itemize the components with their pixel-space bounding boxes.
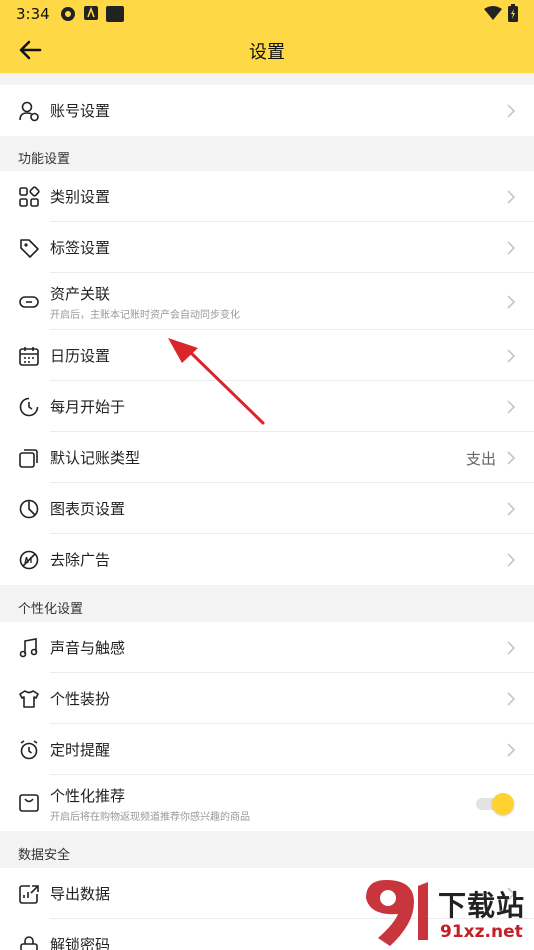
asset-link-description: 开启后，主账本记账时资产会自动同步变化: [50, 310, 240, 321]
chevron-right-icon: [507, 451, 516, 465]
calendar-icon: [19, 347, 39, 366]
link-icon: [19, 296, 39, 308]
category-settings-item[interactable]: 类别设置: [0, 171, 534, 222]
battery-icon: [508, 4, 518, 22]
account-settings-item[interactable]: 账号设置: [0, 85, 534, 136]
pie-chart-icon: [19, 499, 39, 519]
app-header: 3:34 设置: [0, 0, 534, 73]
app-notification-icon: [61, 7, 75, 21]
status-time: 3:34: [16, 5, 50, 23]
chevron-right-icon: [507, 241, 516, 255]
status-bar: 3:34: [0, 0, 534, 28]
nav-bar: 设置: [0, 28, 534, 73]
annotation-arrow: [168, 338, 265, 425]
tshirt-icon: [19, 690, 39, 708]
chevron-right-icon: [507, 190, 516, 204]
shopping-bag-icon: [19, 794, 39, 812]
asset-link-item[interactable]: 资产关联 开启后，主账本记账时资产会自动同步变化: [0, 273, 534, 330]
personal-recommend-label: 个性化推荐: [50, 787, 126, 805]
default-type-item[interactable]: 默认记账类型 支出: [0, 432, 534, 483]
chevron-right-icon: [507, 502, 516, 516]
sound-haptics-label: 声音与触感: [50, 639, 126, 657]
personal-settings-card: 声音与触感 个性装扮 定时提醒 个性化推荐 开启后将在购物返现频道推荐你感兴趣的…: [0, 622, 534, 831]
export-data-label: 导出数据: [50, 885, 111, 903]
account-settings-label: 账号设置: [50, 102, 111, 120]
theme-dressup-label: 个性装扮: [50, 690, 111, 708]
alarm-clock-icon: [20, 740, 38, 760]
asset-link-label: 资产关联: [50, 285, 111, 303]
tag-icon: [20, 239, 39, 258]
chevron-right-icon: [507, 295, 516, 309]
timed-reminder-item[interactable]: 定时提醒: [0, 724, 534, 775]
export-icon: [19, 885, 39, 904]
chevron-right-icon: [507, 743, 516, 757]
watermark-brand: 下载站: [438, 889, 526, 922]
sound-haptics-item[interactable]: 声音与触感: [0, 622, 534, 673]
chevron-right-icon: [507, 400, 516, 414]
chevron-right-icon: [507, 349, 516, 363]
chevron-right-icon: [507, 104, 516, 118]
no-ads-icon: [19, 550, 39, 570]
clock-icon: [19, 397, 39, 417]
default-type-value: 支出: [465, 450, 496, 468]
user-settings-icon: [19, 101, 39, 122]
music-note-icon: [19, 638, 38, 658]
account-card: 账号设置: [0, 85, 534, 136]
calendar-settings-label: 日历设置: [50, 347, 111, 365]
personal-recommend-description: 开启后将在购物返现频道推荐你感兴趣的商品: [50, 812, 250, 823]
a-notification-icon: [84, 6, 98, 20]
unlock-password-label: 解锁密码: [50, 936, 111, 950]
chevron-right-icon: [507, 553, 516, 567]
chart-page-settings-label: 图表页设置: [50, 500, 126, 518]
copy-icon: [19, 449, 38, 468]
default-type-label: 默认记账类型: [50, 449, 141, 467]
wifi-icon: [484, 6, 502, 20]
chevron-right-icon: [507, 692, 516, 706]
section-title-func: 功能设置: [18, 152, 71, 167]
watermark-url: 91xz.net: [440, 922, 523, 942]
toggle-knob: [492, 793, 514, 815]
timed-reminder-label: 定时提醒: [50, 741, 111, 759]
square-notification-icon: [106, 6, 124, 22]
tag-settings-label: 标签设置: [50, 239, 111, 257]
month-start-label: 每月开始于: [50, 398, 126, 416]
theme-dressup-item[interactable]: 个性装扮: [0, 673, 534, 724]
remove-ads-label: 去除广告: [50, 551, 111, 569]
chart-page-settings-item[interactable]: 图表页设置: [0, 483, 534, 534]
category-settings-label: 类别设置: [50, 188, 111, 206]
section-title-data: 数据安全: [18, 848, 71, 863]
personal-recommend-item: 个性化推荐 开启后将在购物返现频道推荐你感兴趣的商品: [0, 775, 534, 831]
page-title: 设置: [249, 42, 285, 63]
chevron-right-icon: [507, 641, 516, 655]
personal-recommend-toggle[interactable]: [476, 793, 514, 815]
remove-ads-item[interactable]: 去除广告: [0, 534, 534, 585]
tag-settings-item[interactable]: 标签设置: [0, 222, 534, 273]
lock-icon: [20, 936, 38, 950]
section-title-personal: 个性化设置: [18, 602, 84, 617]
category-grid-icon: [19, 186, 40, 207]
